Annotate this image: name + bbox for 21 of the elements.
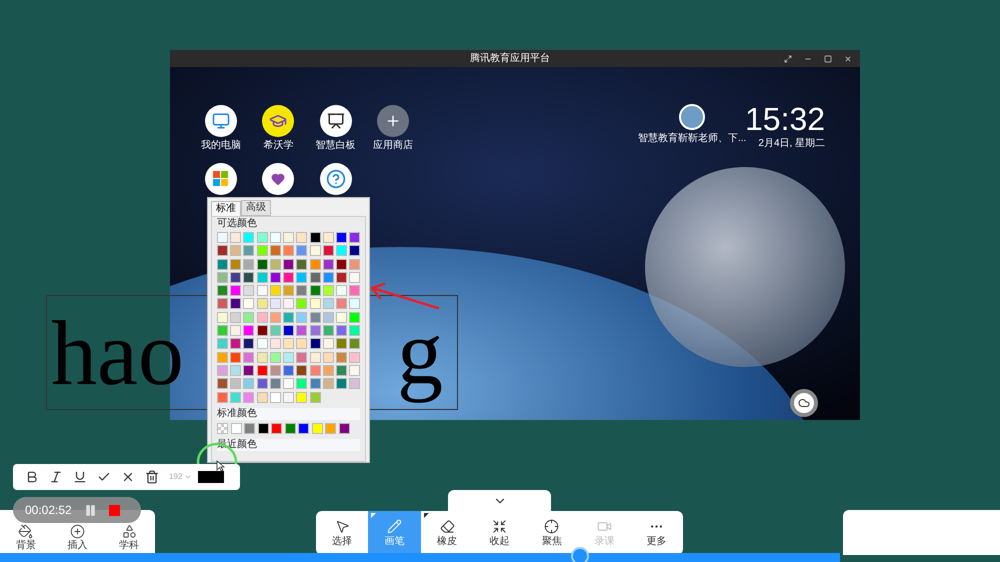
dock-button[interactable]: 背景: [16, 524, 36, 551]
dock-button[interactable]: 插入: [67, 524, 88, 551]
tool-button[interactable]: 更多: [630, 511, 683, 555]
recording-time: 00:02:52: [25, 502, 72, 519]
clock-time: 15:32: [745, 103, 826, 135]
clock-date: 2月4日, 星期二: [758, 139, 826, 149]
section-label: 可选颜色: [217, 219, 258, 229]
app-label[interactable]: 希沃学: [263, 141, 294, 151]
dock-button[interactable]: 学科: [119, 524, 140, 551]
app-label[interactable]: 智慧白板: [316, 141, 356, 151]
picker-tab[interactable]: 标准: [211, 201, 241, 216]
app-label[interactable]: 我的电脑: [201, 141, 241, 151]
section-label: 标准颜色: [217, 408, 360, 420]
picker-tab[interactable]: 高级: [241, 200, 271, 216]
canvas-text: g: [397, 300, 443, 405]
app-label[interactable]: 应用商店: [372, 141, 413, 151]
tool-button[interactable]: 选择: [316, 511, 368, 555]
tool-button[interactable]: 收起: [473, 511, 526, 555]
tool-button[interactable]: 聚焦: [526, 511, 578, 555]
window-title: 腾讯教育应用平台: [470, 54, 550, 64]
profile-caption: 智慧教育靳靳老师、下...: [638, 134, 746, 144]
